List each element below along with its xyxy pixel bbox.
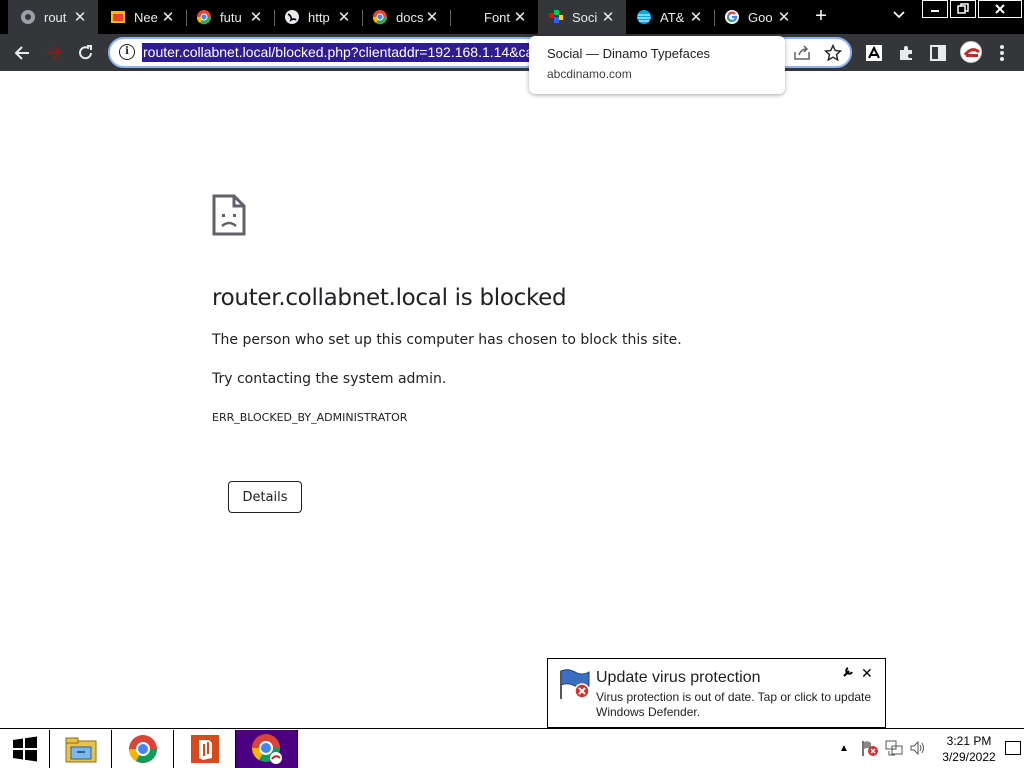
chrome-error-icon — [20, 9, 36, 25]
bookmark-star-icon[interactable] — [823, 43, 843, 63]
volume-icon[interactable] — [909, 739, 927, 757]
tab-fonts[interactable]: Font ✕ — [450, 0, 538, 34]
tab-google[interactable]: Goo ✕ — [714, 0, 802, 34]
tab-title: Font — [484, 9, 511, 25]
error-code: ERR_BLOCKED_BY_ADMINISTRATOR — [212, 411, 408, 424]
error-page: router.collabnet.local is blocked The pe… — [0, 71, 1024, 728]
taskbar-office[interactable] — [174, 730, 236, 768]
tab-router[interactable]: rout ✕ — [8, 0, 98, 34]
taskbar-chrome[interactable] — [112, 730, 174, 768]
tab-search-chevron-icon[interactable] — [890, 8, 908, 26]
side-panel-icon[interactable] — [926, 41, 950, 65]
error-heading: router.collabnet.local is blocked — [212, 285, 567, 311]
folder-icon — [65, 737, 96, 763]
tab-title: AT& — [660, 9, 685, 25]
settings-wrench-icon[interactable] — [842, 666, 854, 681]
url-text[interactable]: router.collabnet.local/blocked.php?clien… — [142, 43, 535, 62]
share-icon[interactable] — [792, 43, 812, 63]
close-tab-icon[interactable]: ✕ — [248, 9, 264, 26]
close-notification-icon[interactable]: ✕ — [861, 665, 873, 682]
tab-future[interactable]: futu ✕ — [186, 0, 274, 34]
site-info-icon[interactable]: i — [119, 44, 135, 60]
tab-need[interactable]: Nee ✕ — [98, 0, 186, 34]
colorful-favicon — [372, 9, 388, 25]
close-tab-icon[interactable]: ✕ — [424, 9, 440, 26]
google-icon — [724, 9, 740, 25]
minimize-window-button[interactable] — [922, 0, 948, 18]
new-tab-button[interactable]: + — [810, 5, 832, 27]
menu-kebab-icon[interactable] — [990, 41, 1014, 65]
windows-logo-icon — [12, 736, 37, 762]
close-window-button[interactable] — [978, 0, 1022, 18]
reload-button[interactable] — [74, 41, 98, 65]
virus-protection-notification[interactable]: Update virus protection Virus protection… — [547, 658, 886, 728]
tab-title: futu — [220, 9, 242, 25]
close-tab-icon[interactable]: ✕ — [72, 9, 88, 26]
tab-title: Soci — [572, 9, 598, 25]
taskbar-file-explorer[interactable] — [50, 730, 112, 768]
globe-icon — [284, 9, 300, 25]
browser-toolbar: i router.collabnet.local/blocked.php?cli… — [0, 34, 1024, 71]
taskbar-clock[interactable]: 3:21 PM 3/29/2022 — [936, 733, 1002, 765]
security-flag-icon — [560, 669, 590, 699]
tab-title: Goo — [748, 9, 773, 25]
notification-title: Update virus protection — [596, 669, 761, 686]
chrome-icon — [128, 735, 157, 763]
extension-acrobat-icon[interactable] — [862, 41, 886, 65]
start-button[interactable] — [0, 730, 50, 768]
details-button[interactable]: Details — [228, 481, 302, 513]
tab-hover-card: Social — Dinamo Typefaces abcdinamo.com — [529, 36, 785, 94]
clock-time: 3:21 PM — [946, 734, 992, 748]
tab-title: docs — [396, 9, 424, 25]
close-tab-icon[interactable]: ✕ — [776, 9, 792, 26]
clock-date: 3/29/2022 — [942, 750, 996, 764]
tab-strip: rout ✕ Nee ✕ futu ✕ http ✕ docs ✕ Font ✕… — [0, 0, 1024, 34]
profile-avatar[interactable] — [960, 41, 982, 63]
tab-https[interactable]: http ✕ — [274, 0, 362, 34]
tab-docs[interactable]: docs ✕ — [362, 0, 450, 34]
tray-expand-icon[interactable]: ▲ — [839, 743, 849, 754]
extensions-puzzle-icon[interactable] — [894, 41, 918, 65]
taskbar: ▲ 3:21 PM 3/29/2022 — [0, 728, 1024, 768]
tab-title: rout — [44, 9, 67, 25]
close-tab-icon[interactable]: ✕ — [160, 9, 176, 26]
office-icon — [190, 735, 219, 763]
notification-body: Virus protection is out of date. Tap or … — [596, 690, 872, 719]
tab-title: http — [308, 9, 330, 25]
blank-favicon — [460, 9, 476, 25]
back-button[interactable] — [10, 41, 34, 65]
notifications-icon[interactable] — [1005, 741, 1021, 755]
close-tab-icon[interactable]: ✕ — [688, 9, 704, 26]
close-tab-icon[interactable]: ✕ — [600, 9, 616, 26]
photo-favicon — [110, 9, 126, 25]
att-icon — [636, 9, 652, 25]
network-icon[interactable] — [885, 739, 903, 757]
restore-window-button[interactable] — [950, 0, 976, 18]
taskbar-chrome-profile[interactable] — [236, 730, 298, 768]
forward-button[interactable] — [42, 41, 66, 65]
colorful-favicon — [196, 9, 212, 25]
chrome-profile-icon — [251, 734, 282, 764]
close-tab-icon[interactable]: ✕ — [512, 9, 528, 26]
dinamo-favicon — [548, 9, 564, 25]
tab-title: Nee — [134, 9, 158, 25]
hover-card-domain: abcdinamo.com — [547, 67, 632, 81]
sad-document-icon — [212, 194, 246, 236]
tab-att[interactable]: AT& ✕ — [626, 0, 714, 34]
error-message: The person who set up this computer has … — [212, 332, 682, 348]
security-warning-flag-icon[interactable] — [861, 739, 879, 757]
tab-social[interactable]: Soci ✕ — [538, 0, 626, 34]
error-suggestion: Try contacting the system admin. — [212, 371, 447, 387]
close-tab-icon[interactable]: ✕ — [336, 9, 352, 26]
hover-card-title: Social — Dinamo Typefaces — [547, 46, 711, 61]
